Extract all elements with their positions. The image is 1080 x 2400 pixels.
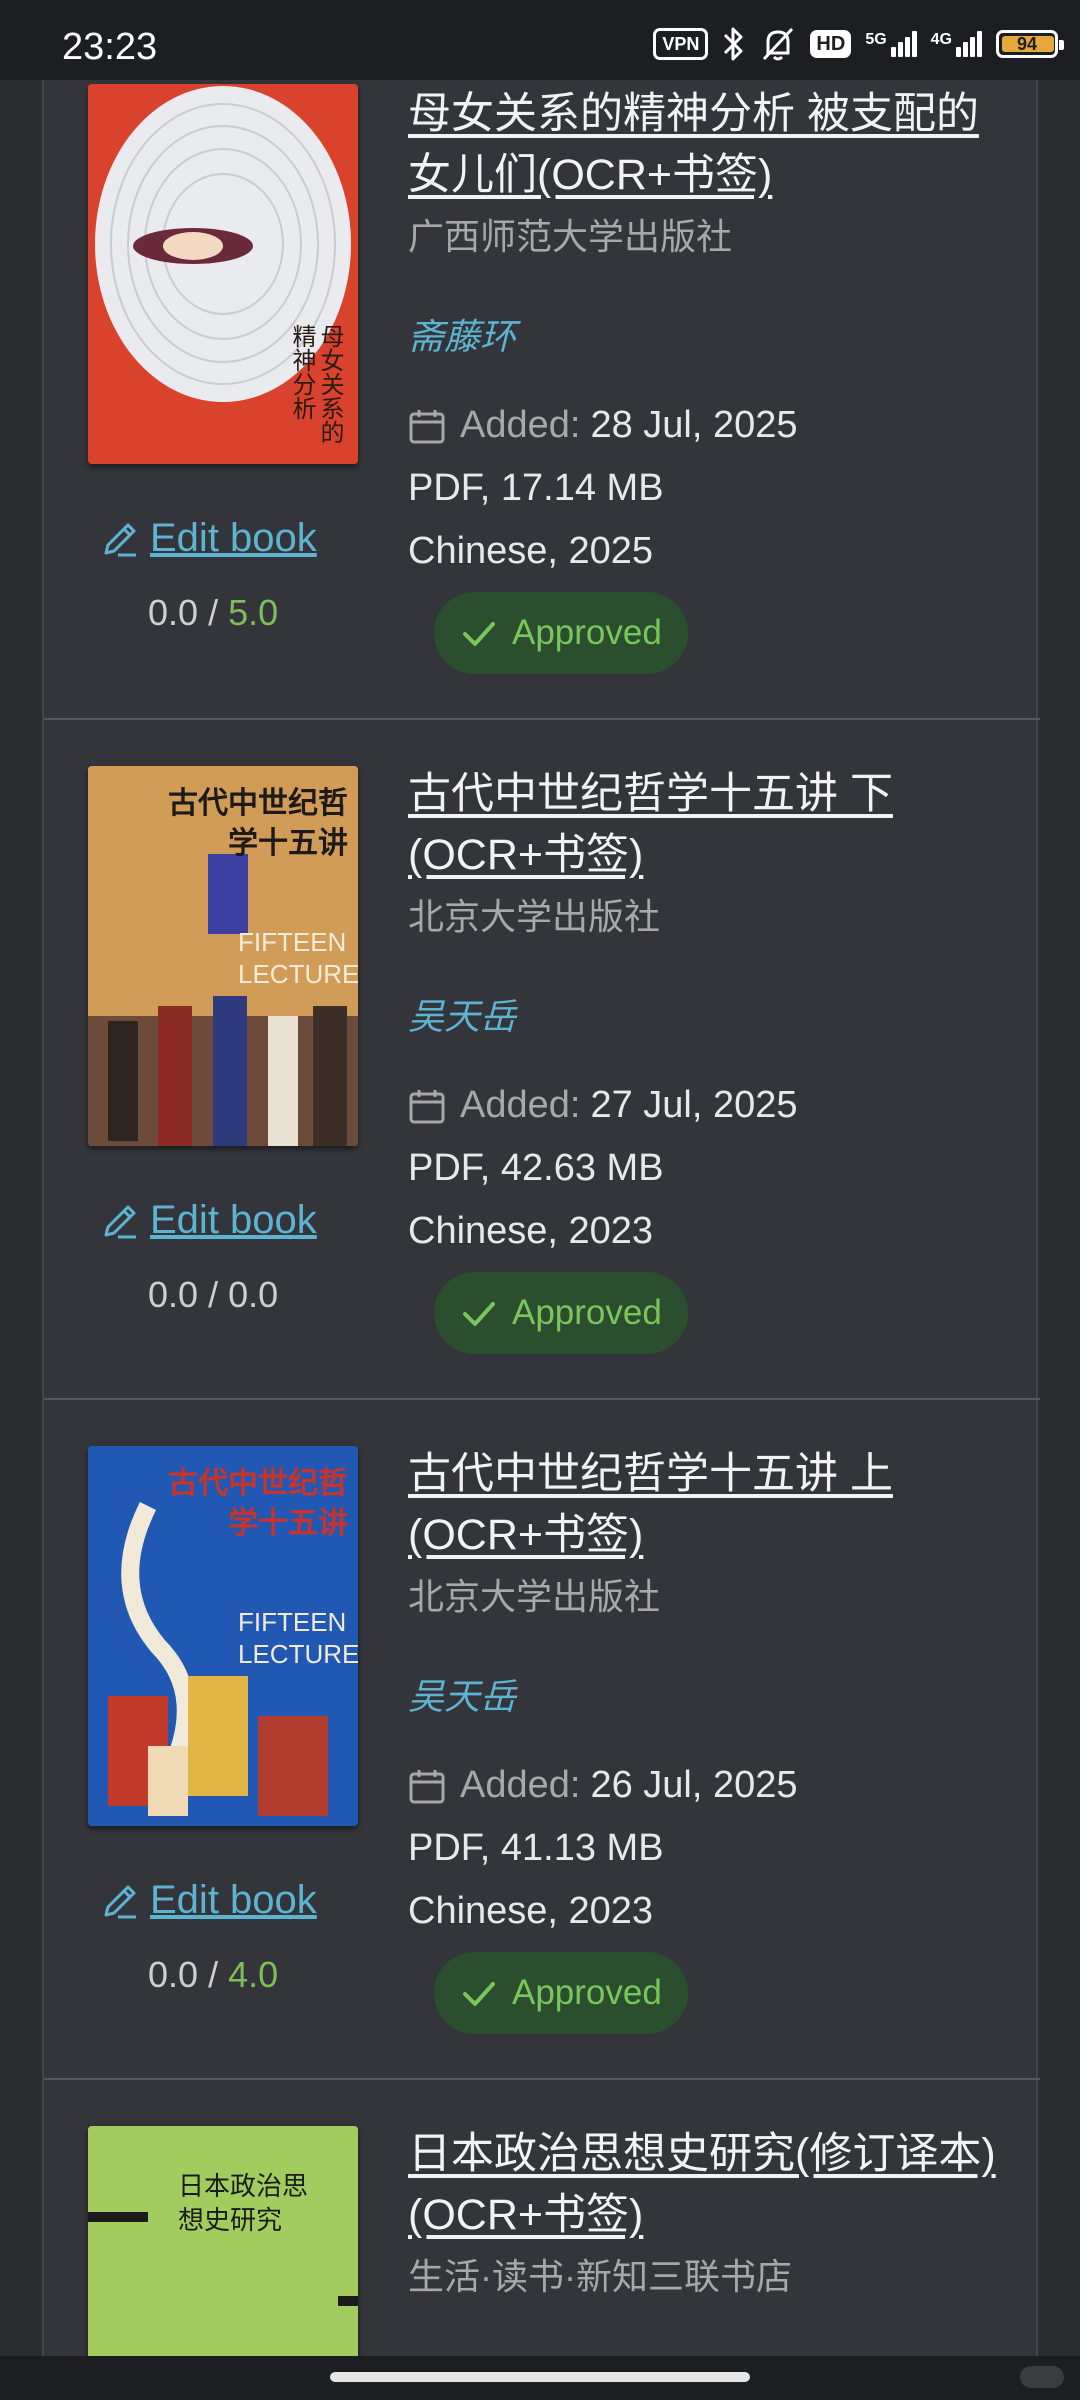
edit-book-label: Edit book (150, 1878, 317, 1922)
status-badge: Approved (434, 1272, 688, 1354)
cover-subtitle: FIFTEEN LECTURES (238, 1607, 358, 1669)
rating-right: 4.0 (228, 1954, 279, 1995)
book-language: Chinese, 2023 (408, 1890, 654, 1932)
book-cover[interactable]: 古代中世纪哲学十五讲 FIFTEEN LECTURES (88, 1446, 358, 1826)
status-time: 23:23 (62, 26, 158, 68)
book-format: PDF, 41.13 MB (408, 1827, 664, 1869)
rating: 0.0 / 4.0 (148, 1954, 278, 1996)
added-label: Added: (460, 404, 581, 446)
edit-book-link[interactable]: Edit book (100, 1878, 360, 1923)
book-added: Added: 26 Jul, 2025 (408, 1764, 1008, 1807)
check-icon (463, 1982, 495, 2006)
signal-icon-5g: 5G (865, 31, 917, 57)
added-label: Added: (460, 1764, 581, 1806)
book-author[interactable]: 斋藤环 (408, 308, 1008, 360)
rating-right: 0.0 (228, 1274, 279, 1315)
book-cover[interactable]: 古代中世纪哲学十五讲 FIFTEEN LECTURES (88, 766, 358, 1146)
pencil-icon (104, 1885, 136, 1918)
pencil-icon (104, 1205, 136, 1238)
book-added: Added: 28 Jul, 2025 (408, 404, 1008, 447)
calendar-icon (409, 409, 445, 443)
status-text: Approved (512, 1293, 662, 1332)
book-title[interactable]: 古代中世纪哲学十五讲 下(OCR+书签) (408, 764, 1008, 886)
status-text: Approved (512, 613, 662, 652)
rating: 0.0 / 0.0 (148, 1274, 278, 1316)
check-icon (463, 622, 495, 646)
edit-book-label: Edit book (150, 1198, 317, 1242)
cover-title: 古代中世纪哲学十五讲 (168, 1466, 348, 1541)
check-icon (463, 1302, 495, 1326)
book-publisher: 北京大学出版社 (408, 1576, 661, 1617)
book-author[interactable]: 吴天岳 (408, 1668, 1008, 1720)
bluetooth-icon (724, 27, 743, 61)
cover-title: 日本政治思想史研究 (178, 2172, 309, 2236)
cover-title: 古代中世纪哲学十五讲 (168, 786, 348, 861)
book-item: 母女关系的精神分析 Edit book 0.0 / 5.0 母女关系的精神分析 … (44, 36, 1040, 720)
rating: 0.0 / 5.0 (148, 592, 278, 634)
battery-icon: 94 (996, 30, 1064, 58)
book-info: 古代中世纪哲学十五讲 上(OCR+书签) 北京大学出版社 吴天岳 Added: … (408, 1444, 1008, 1933)
book-title[interactable]: 日本政治思想史研究(修订译本) (OCR+书签) (408, 2124, 1008, 2246)
book-list: 母女关系的精神分析 Edit book 0.0 / 5.0 母女关系的精神分析 … (42, 0, 1040, 2400)
edit-book-link[interactable]: Edit book (100, 1198, 360, 1243)
cover-subtitle: FIFTEEN LECTURES (238, 927, 358, 989)
book-language: Chinese, 2023 (408, 1210, 654, 1252)
book-publisher: 北京大学出版社 (408, 896, 661, 937)
book-added: Added: 27 Jul, 2025 (408, 1084, 1008, 1127)
battery-level: 94 (1016, 34, 1038, 54)
signal-icon-4g: 4G (931, 31, 982, 57)
book-item: 古代中世纪哲学十五讲 FIFTEEN LECTURES Edit book 0.… (44, 720, 1040, 1400)
status-bar: 23:23 VPN HD 5G 4G 94 (0, 0, 1080, 80)
pencil-icon (104, 523, 136, 556)
cover-title: 母女关系的精神分析 (288, 324, 344, 444)
book-publisher: 广西师范大学出版社 (408, 216, 733, 257)
book-language: Chinese, 2025 (408, 530, 654, 572)
book-publisher: 生活·读书·新知三联书店 (408, 2256, 792, 2297)
book-cover[interactable]: 母女关系的精神分析 (88, 84, 358, 464)
hd-icon: HD (810, 30, 852, 58)
rating-left: 0.0 (148, 592, 199, 633)
status-icons: VPN HD 5G 4G 94 (653, 24, 1064, 64)
vpn-icon: VPN (653, 28, 709, 60)
book-item: 古代中世纪哲学十五讲 FIFTEEN LECTURES Edit book 0.… (44, 1400, 1040, 2080)
book-title[interactable]: 古代中世纪哲学十五讲 上(OCR+书签) (408, 1444, 1008, 1566)
edit-book-link[interactable]: Edit book (100, 516, 360, 561)
rating-sep: / (208, 1274, 219, 1315)
added-date: 27 Jul, 2025 (590, 1084, 798, 1126)
added-label: Added: (460, 1084, 581, 1126)
book-item: 日本政治思想史研究 日本政治思想史研究(修订译本) (OCR+书签) 生活·读书… (44, 2080, 1040, 2400)
mute-bell-icon (763, 27, 794, 61)
calendar-icon (409, 1769, 445, 1803)
book-format: PDF, 42.63 MB (408, 1147, 664, 1189)
book-format: PDF, 17.14 MB (408, 467, 664, 509)
home-indicator[interactable] (330, 2372, 750, 2382)
edit-book-label: Edit book (150, 516, 317, 560)
calendar-icon (409, 1089, 445, 1123)
status-badge: Approved (434, 592, 688, 674)
rating-right: 5.0 (228, 592, 279, 633)
rating-sep: / (208, 1954, 219, 1995)
status-text: Approved (512, 1973, 662, 2012)
added-date: 28 Jul, 2025 (590, 404, 798, 446)
rating-left: 0.0 (148, 1954, 199, 1995)
book-info: 古代中世纪哲学十五讲 下(OCR+书签) 北京大学出版社 吴天岳 Added: … (408, 764, 1008, 1253)
watermark-badge (1020, 2366, 1064, 2388)
added-date: 26 Jul, 2025 (590, 1764, 798, 1806)
book-title[interactable]: 母女关系的精神分析 被支配的女儿们(OCR+书签) (408, 84, 1008, 206)
book-author[interactable]: 吴天岳 (408, 988, 1008, 1040)
rating-sep: / (208, 592, 219, 633)
book-info: 母女关系的精神分析 被支配的女儿们(OCR+书签) 广西师范大学出版社 斋藤环 … (408, 84, 1008, 573)
rating-left: 0.0 (148, 1274, 199, 1315)
book-info: 日本政治思想史研究(修订译本) (OCR+书签) 生活·读书·新知三联书店 (408, 2124, 1008, 2300)
status-badge: Approved (434, 1952, 688, 2034)
